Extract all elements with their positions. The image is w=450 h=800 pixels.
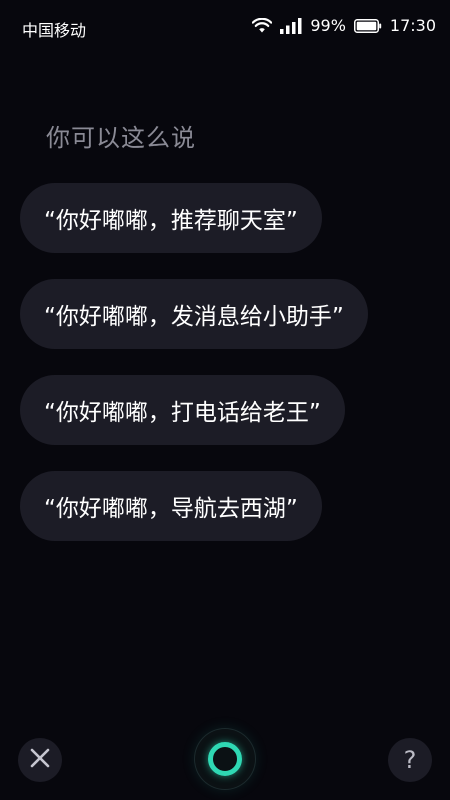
clock-time: 17:30 bbox=[389, 16, 436, 35]
suggestion-call-laowang[interactable]: “你好嘟嘟，打电话给老王” bbox=[20, 375, 345, 445]
suggestion-recommend-chatroom[interactable]: “你好嘟嘟，推荐聊天室” bbox=[20, 183, 322, 253]
status-bar: 中国移动 99% 17:30 bbox=[0, 0, 450, 54]
signal-icon bbox=[280, 17, 302, 34]
battery-icon bbox=[353, 18, 382, 33]
carrier-label: 中国移动 bbox=[22, 21, 87, 40]
close-icon bbox=[29, 747, 51, 773]
wifi-icon bbox=[252, 17, 273, 34]
suggestion-navigate-westlake[interactable]: “你好嘟嘟，导航去西湖” bbox=[20, 471, 322, 541]
status-indicators: 99% 17:30 bbox=[252, 16, 436, 35]
prompt-title: 你可以这么说 bbox=[46, 124, 196, 152]
suggestion-message-assistant[interactable]: “你好嘟嘟，发消息给小助手” bbox=[20, 279, 368, 349]
help-button[interactable]: ? bbox=[388, 738, 432, 782]
battery-percent: 99% bbox=[310, 16, 346, 35]
voice-ring-icon bbox=[208, 742, 242, 776]
help-label: ? bbox=[403, 746, 417, 774]
voice-assistant-button[interactable] bbox=[195, 729, 255, 789]
close-button[interactable] bbox=[18, 738, 62, 782]
